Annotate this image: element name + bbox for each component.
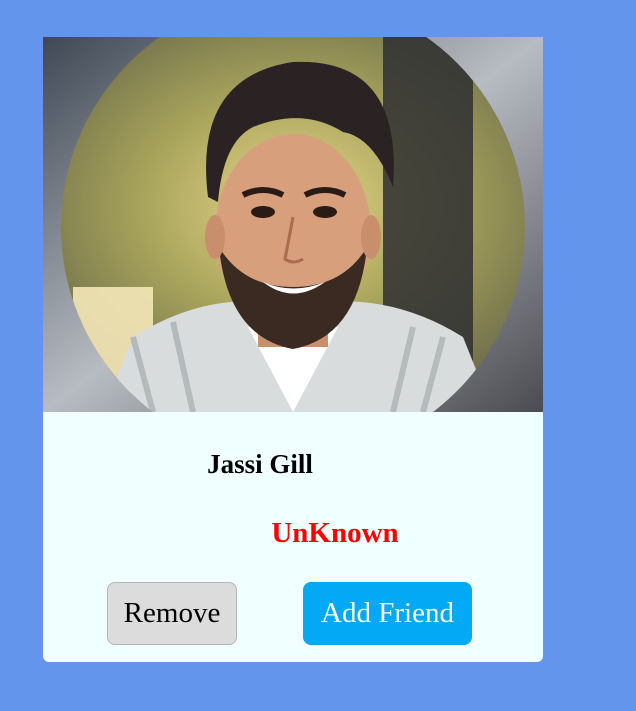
profile-photo (43, 37, 543, 412)
remove-button[interactable]: Remove (107, 582, 237, 645)
profile-status: UnKnown (271, 517, 399, 549)
add-friend-button[interactable]: Add Friend (303, 582, 472, 645)
profile-photo-illustration (43, 37, 543, 412)
profile-card: Jassi Gill UnKnown Remove Add Friend (43, 37, 543, 662)
profile-name: Jassi Gill (207, 449, 313, 479)
